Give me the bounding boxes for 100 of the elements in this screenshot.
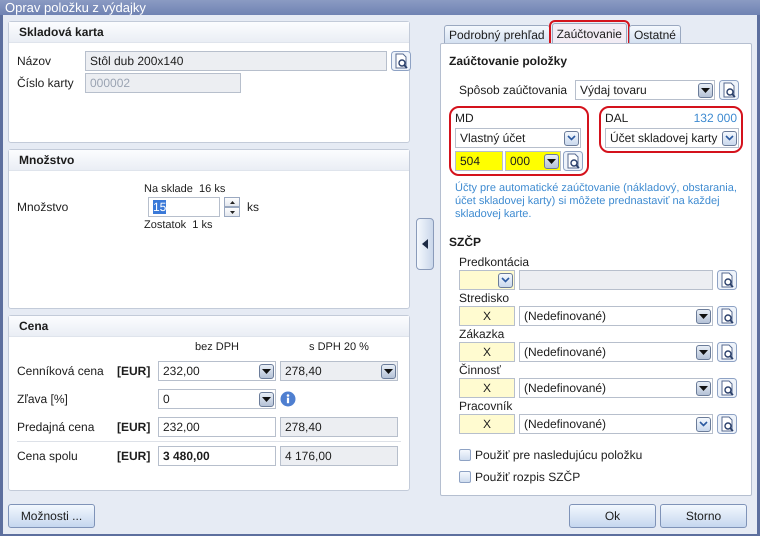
code-field[interactable]: X — [459, 378, 515, 398]
checkbox[interactable] — [459, 448, 471, 460]
field-label: Číslo karty — [17, 76, 75, 90]
field-label: Činnosť — [459, 363, 502, 377]
price-dropdown[interactable]: 232,00 — [158, 361, 276, 381]
caret-icon — [384, 368, 393, 374]
field-label: Cena spolu — [17, 449, 79, 463]
dropdown-button[interactable] — [696, 308, 711, 324]
account-number: 132 000 — [694, 111, 737, 125]
group-label: DAL — [605, 111, 628, 125]
group-label: MD — [455, 111, 475, 125]
column-header: bez DPH — [194, 341, 240, 353]
options-button[interactable]: Možnosti ... — [8, 504, 95, 528]
column-header: s DPH 20 % — [308, 341, 370, 353]
section-title: Skladová karta — [9, 22, 409, 43]
method-dropdown[interactable]: Výdaj tovaru — [575, 80, 715, 100]
account-type-dropdown[interactable]: Vlastný účet — [455, 128, 581, 148]
tab[interactable]: Zaúčtovanie — [552, 23, 627, 43]
price-field: 278,40 — [280, 417, 398, 437]
currency-label: [EUR] — [117, 449, 150, 463]
field-label: Stredisko — [459, 291, 510, 305]
cancel-button[interactable]: Storno — [660, 504, 747, 528]
field-label: Názov — [17, 54, 52, 68]
price-field[interactable]: 232,00 — [158, 417, 276, 437]
field-label: Pracovník — [459, 399, 514, 413]
chevron-icon — [725, 135, 734, 141]
chevron-icon — [699, 421, 708, 427]
tab[interactable]: Podrobný prehľad — [444, 25, 550, 43]
total-field[interactable]: 3 480,00 — [158, 446, 276, 466]
code-field[interactable]: X — [459, 414, 515, 434]
dropdown-button[interactable] — [722, 130, 737, 146]
checkbox[interactable] — [459, 470, 471, 482]
lookup-icon[interactable] — [719, 80, 739, 100]
account-field[interactable]: 504 — [455, 151, 503, 171]
field-label: Zľava [%] — [17, 392, 69, 406]
lookup-icon[interactable] — [717, 414, 737, 434]
field-label: Predkontácia — [459, 255, 530, 269]
caret-icon — [547, 158, 556, 164]
chevron-icon — [567, 135, 576, 141]
caret-icon — [701, 88, 710, 92]
preset-dropdown[interactable] — [459, 270, 515, 290]
dropdown-button[interactable] — [544, 154, 559, 168]
discount-dropdown[interactable]: 0 — [158, 389, 276, 409]
dropdown-button[interactable] — [259, 392, 274, 406]
lookup-icon[interactable] — [717, 270, 737, 290]
account-type-dropdown[interactable]: Účet skladovej karty — [605, 128, 739, 148]
lookup-icon[interactable] — [391, 51, 411, 71]
value-dropdown[interactable]: (Nedefinované) — [519, 306, 713, 326]
caret-icon — [262, 396, 271, 402]
collapse-button[interactable] — [416, 218, 434, 270]
chevron-icon — [501, 277, 510, 283]
dropdown-button[interactable] — [696, 344, 711, 360]
caret-icon — [699, 350, 708, 354]
price-dropdown[interactable]: 278,40 — [280, 361, 398, 381]
lookup-icon[interactable] — [717, 342, 737, 362]
info-text: Účty pre automatické zaúčtovanie (nákladový, obstarania, účet skladovej karty) si môžete prednastaviť na každej skladovej karte. — [454, 182, 738, 221]
caret-icon — [422, 238, 428, 248]
section-title: Cena — [9, 316, 409, 337]
window-title: Oprav položku z výdajky — [0, 0, 760, 15]
lookup-icon[interactable] — [563, 151, 583, 171]
field-label: Množstvo — [17, 200, 70, 214]
name-field: Stôl dub 200x140 — [85, 51, 387, 71]
analytic-dropdown[interactable]: 000 — [505, 151, 561, 171]
value-dropdown[interactable]: (Nedefinované) — [519, 342, 713, 362]
section-title: Zaúčtovanie položky — [449, 54, 568, 68]
spinner[interactable] — [224, 197, 240, 217]
currency-label: [EUR] — [117, 420, 150, 434]
value-dropdown[interactable]: (Nedefinované) — [519, 414, 713, 434]
dropdown-button[interactable] — [696, 416, 711, 432]
code-field[interactable]: X — [459, 342, 515, 362]
field-label: Spôsob zaúčtovania — [459, 83, 568, 97]
lookup-icon[interactable] — [717, 306, 737, 326]
dropdown-button[interactable] — [381, 364, 396, 378]
dropdown-button[interactable] — [498, 272, 513, 288]
remaining-text: Zostatok 1 ks — [144, 219, 212, 231]
field-label: Zákazka — [459, 327, 506, 341]
quantity-field[interactable]: 15 — [148, 197, 220, 217]
dropdown-button[interactable] — [564, 130, 579, 146]
value-dropdown[interactable]: (Nedefinované) — [519, 378, 713, 398]
tab[interactable]: Ostatné — [628, 25, 681, 43]
field-label: Predajná cena — [17, 420, 96, 434]
card-number-field: 000002 — [85, 73, 241, 93]
lookup-icon[interactable] — [717, 378, 737, 398]
unit-label: ks — [247, 200, 259, 214]
dropdown-button[interactable] — [696, 380, 711, 396]
info-icon — [280, 391, 296, 407]
total-field: 4 176,00 — [280, 446, 398, 466]
field-label: Cenníková cena — [17, 364, 105, 378]
ok-button[interactable]: Ok — [569, 504, 656, 528]
stock-text: Na sklade 16 ks — [144, 183, 226, 195]
section-title: SZČP — [449, 235, 482, 249]
checkbox-label: Použiť pre nasledujúcu položku — [475, 448, 642, 462]
section-title: Množstvo — [9, 150, 409, 171]
currency-label: [EUR] — [117, 364, 150, 378]
dropdown-button[interactable] — [259, 364, 274, 378]
caret-icon — [699, 314, 708, 318]
dropdown-button[interactable] — [698, 82, 713, 98]
code-field[interactable]: X — [459, 306, 515, 326]
checkbox-label: Použiť rozpis SZČP — [475, 470, 580, 484]
caret-icon — [699, 386, 708, 390]
